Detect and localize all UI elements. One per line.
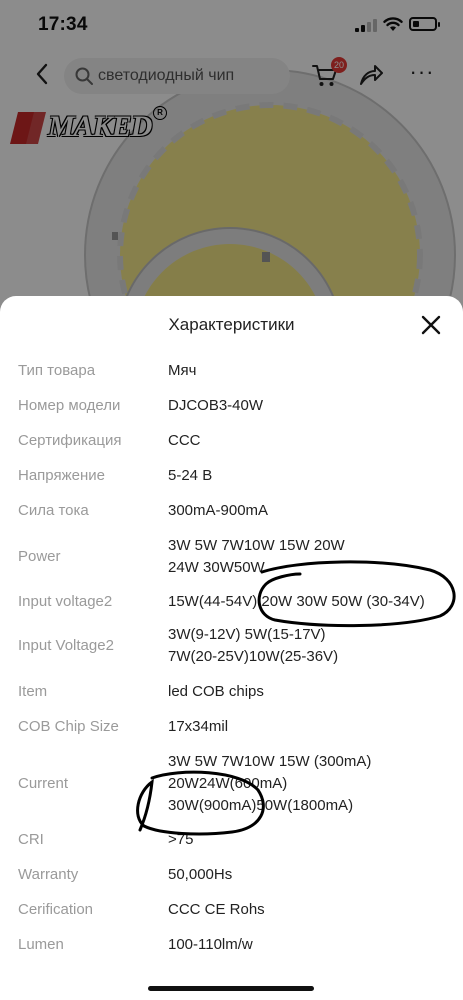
- specs-bottom-sheet: Характеристики Тип товара Мяч Номер моде…: [0, 296, 463, 1000]
- spec-value: 3W(9-12V) 5W(15-17V): [168, 626, 326, 643]
- spec-label: Напряжение: [18, 467, 105, 484]
- spec-label: Warranty: [18, 866, 79, 883]
- spec-value: 30W(900mA)50W(1800mA): [168, 797, 354, 814]
- spec-label: Cerification: [18, 901, 94, 918]
- spec-label: Input Voltage2: [18, 637, 114, 654]
- spec-label: Item: [18, 683, 48, 700]
- spec-label: Lumen: [18, 936, 64, 953]
- spec-value: >75: [168, 831, 194, 848]
- spec-label: Input voltage2: [18, 593, 113, 610]
- spec-label: Сила тока: [18, 502, 89, 519]
- spec-value: Мяч: [168, 362, 197, 379]
- spec-value: 20W24W(600mA): [168, 775, 288, 792]
- close-icon[interactable]: [418, 312, 444, 338]
- spec-value: 17x34mil: [168, 718, 229, 735]
- spec-value: 3W 5W 7W10W 15W (300mA): [168, 753, 372, 770]
- spec-label: CRI: [18, 831, 44, 848]
- spec-value: CCC: [168, 432, 201, 449]
- spec-value: 5-24 В: [168, 467, 213, 484]
- spec-value: CCC CE Rohs: [168, 901, 265, 918]
- spec-value: led COB chips: [168, 683, 264, 700]
- spec-value: 50,000Hs: [168, 866, 233, 883]
- sheet-header: Характеристики: [0, 296, 463, 354]
- spec-value: 15W(44-54V) 20W 30W 50W (30-34V): [168, 593, 425, 610]
- spec-value: 3W 5W 7W10W 15W 20W: [168, 537, 345, 554]
- spec-value: DJCOB3-40W: [168, 397, 264, 414]
- spec-label: Current: [18, 775, 69, 792]
- spec-value: 300mA-900mA: [168, 502, 269, 519]
- spec-value: 24W 30W50W: [168, 559, 265, 576]
- spec-label: Тип товара: [18, 362, 96, 379]
- spec-label: Номер модели: [18, 397, 121, 414]
- spec-label: Сертификация: [18, 432, 122, 449]
- spec-label: COB Chip Size: [18, 718, 119, 735]
- spec-label: Power: [18, 548, 61, 565]
- home-indicator: [148, 986, 314, 991]
- spec-value: 7W(20-25V)10W(25-36V): [168, 648, 339, 665]
- spec-value: 100-110lm/w: [168, 936, 253, 953]
- sheet-title: Характеристики: [168, 315, 295, 334]
